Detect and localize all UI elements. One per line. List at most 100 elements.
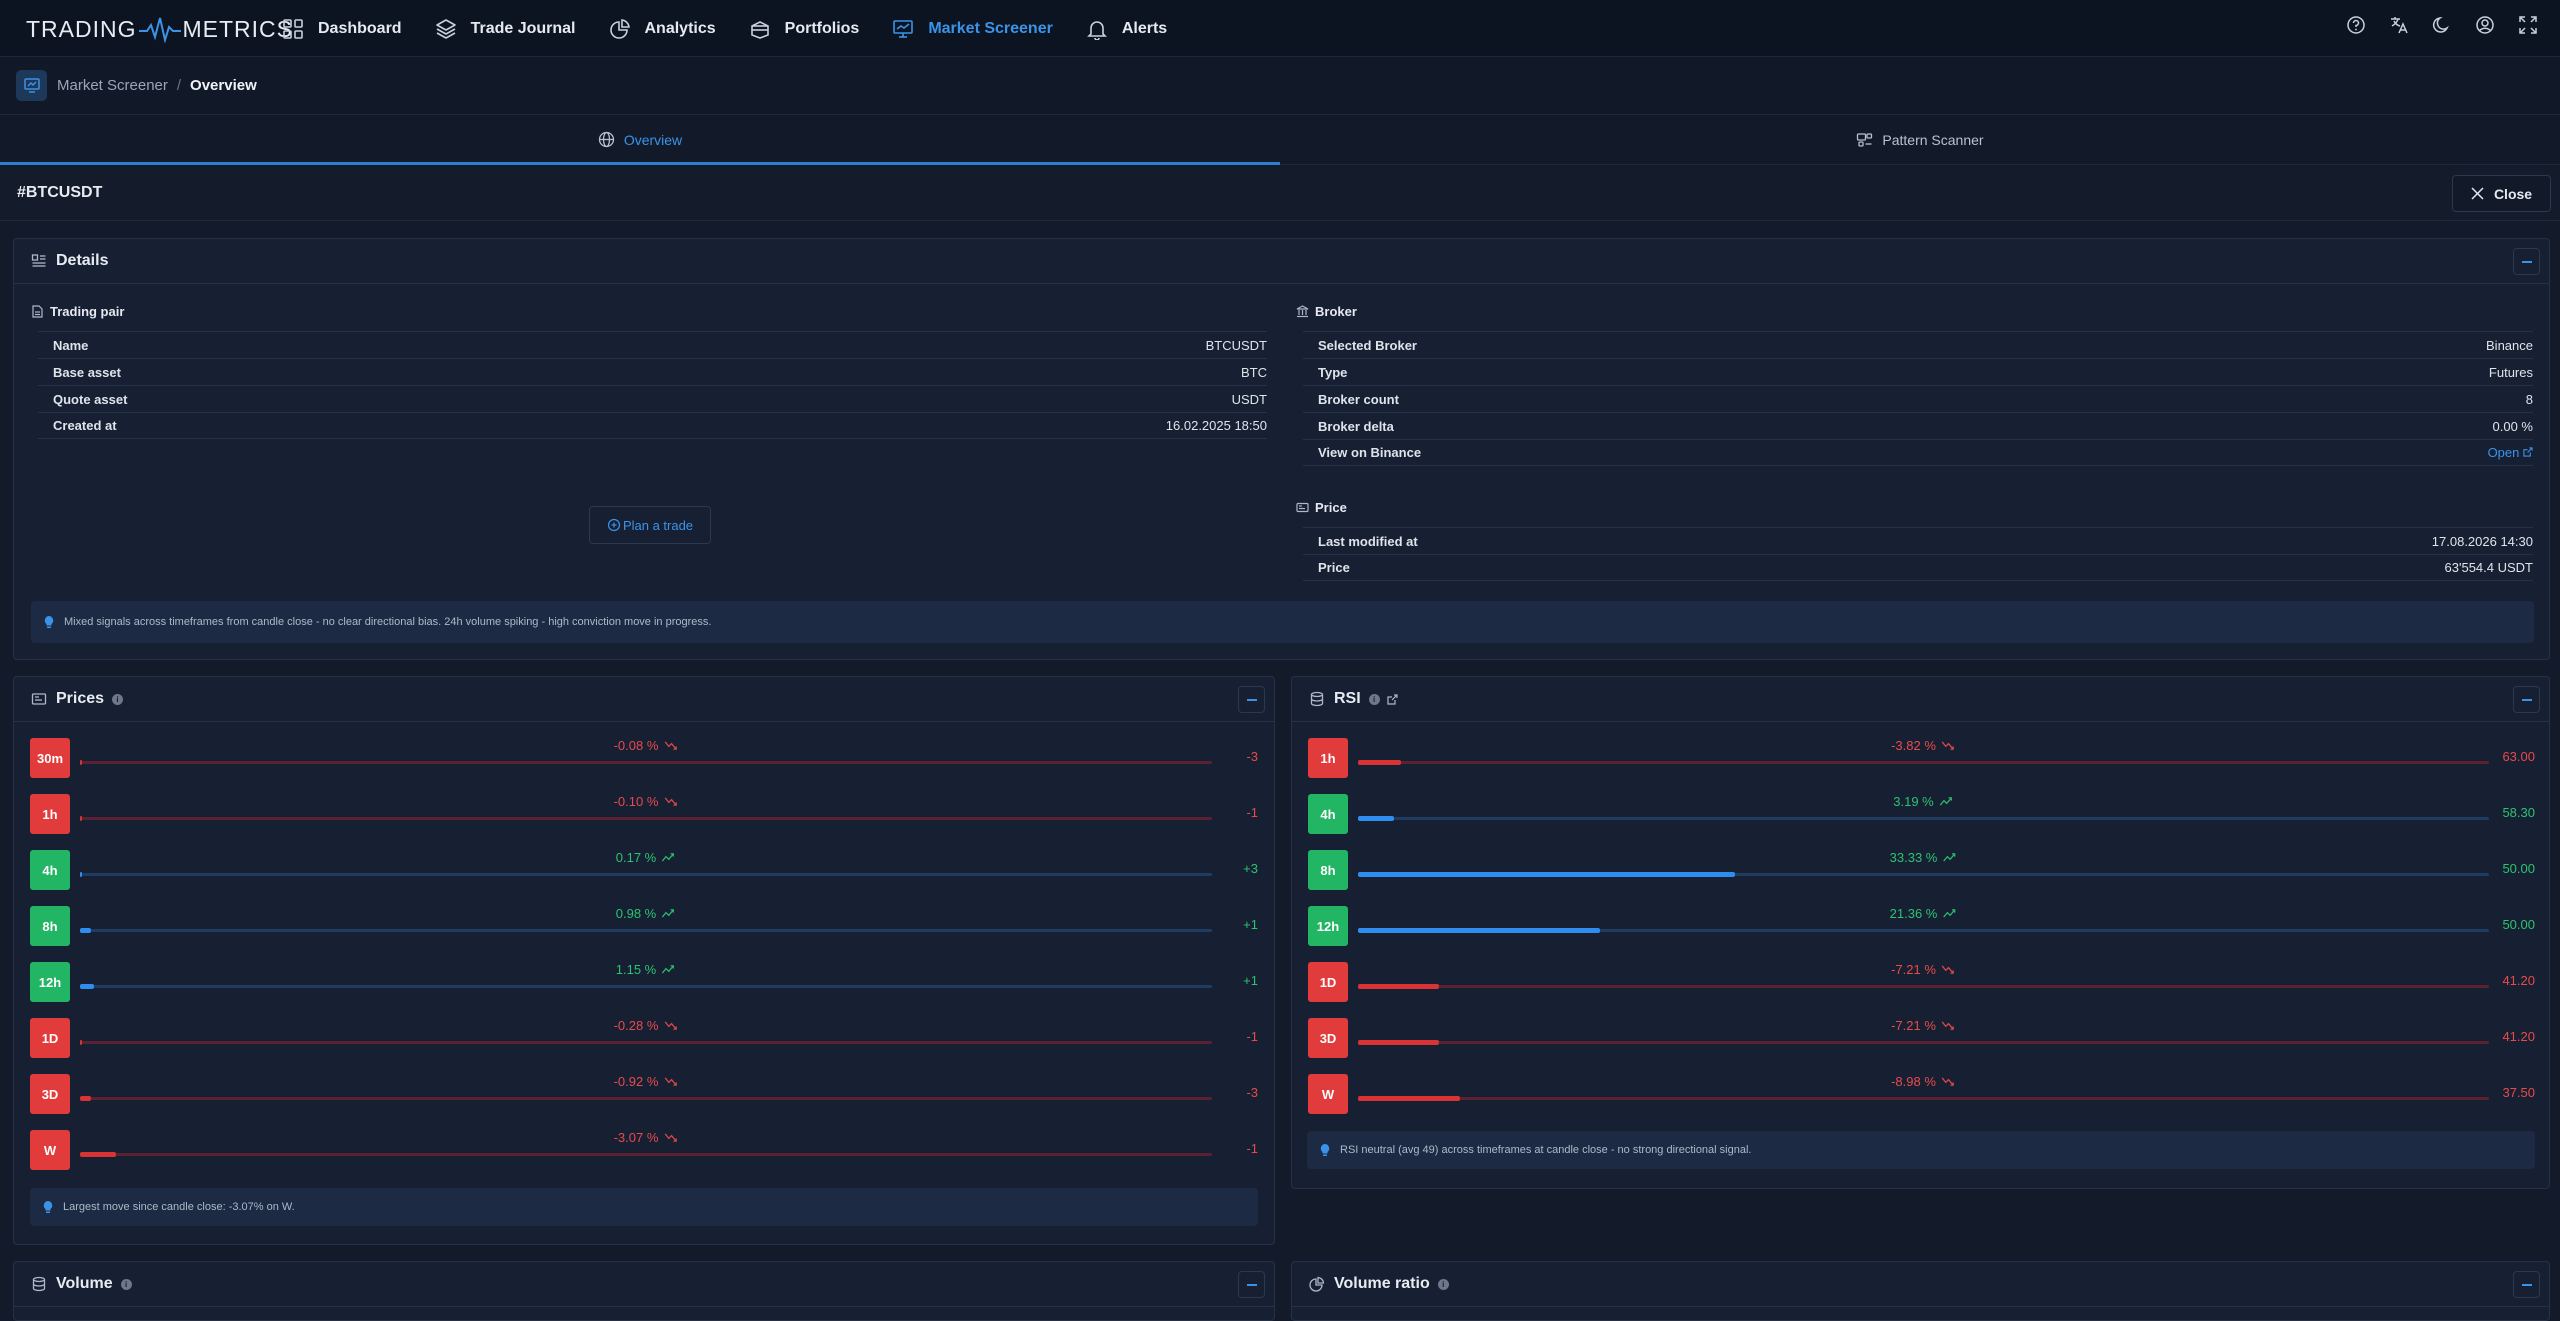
progress-track	[80, 816, 1212, 821]
info-icon[interactable]: i	[1437, 1278, 1449, 1290]
timeframe-badge[interactable]: 4h	[1308, 794, 1348, 834]
moon-icon[interactable]	[2432, 15, 2452, 35]
tab-overview[interactable]: Overview	[0, 115, 1280, 165]
details-header: Details	[14, 239, 2549, 284]
nav-item-label: Analytics	[644, 19, 716, 37]
plan-trade-button[interactable]: Plan a trade	[589, 506, 711, 544]
kv-value: BTC	[1241, 364, 1267, 380]
progress-fill	[1358, 760, 1401, 765]
kv-key: Created at	[53, 418, 117, 433]
trend-down-icon	[1941, 965, 1955, 974]
change-percent: 1.15 %	[616, 962, 676, 977]
timeframe-badge[interactable]: 1D	[30, 1018, 70, 1058]
logo-text-left: TRADING	[26, 15, 137, 42]
progress-fill	[80, 928, 92, 933]
progress-fill	[80, 760, 82, 765]
nav-item-label: Market Screener	[928, 19, 1053, 37]
open-binance-link[interactable]: Open	[2488, 445, 2533, 460]
collapse-button[interactable]	[1238, 1271, 1265, 1298]
collapse-button[interactable]	[2513, 248, 2540, 275]
trend-up-icon	[1943, 853, 1956, 862]
rsi-row-8h: 8h 33.33 % 50.00	[1308, 850, 2535, 890]
kv-value: Binance	[2486, 337, 2533, 353]
tab-label: Pattern Scanner	[1882, 131, 1984, 148]
timeframe-badge[interactable]: W	[30, 1130, 70, 1170]
breadcrumb-parent[interactable]: Market Screener	[57, 77, 168, 94]
external-link-icon	[2523, 447, 2533, 457]
prices-insight: Largest move since candle close: -3.07% …	[30, 1188, 1258, 1226]
info-icon[interactable]: i	[120, 1278, 132, 1290]
tab-pattern-scanner[interactable]: Pattern Scanner	[1280, 115, 2560, 164]
timeframe-badge[interactable]: 4h	[30, 850, 70, 890]
rsi-row-w: W -8.98 % 37.50	[1308, 1074, 2535, 1114]
progress-fill	[1358, 1040, 1440, 1045]
timeframe-badge[interactable]: 12h	[30, 962, 70, 1002]
timeframe-badge[interactable]: 30m	[30, 738, 70, 778]
close-label: Close	[2493, 185, 2533, 202]
logo-text-right: METRICS	[182, 15, 293, 42]
timeframe-badge[interactable]: 12h	[1308, 906, 1348, 946]
timeframe-badge[interactable]: 1h	[30, 794, 70, 834]
collapse-button[interactable]	[1238, 686, 1265, 713]
info-icon[interactable]: i	[112, 693, 124, 705]
symbol-header: #BTCUSDT Close	[0, 166, 2560, 221]
timeframe-badge[interactable]: 8h	[1308, 850, 1348, 890]
kv-value: USDT	[1231, 391, 1267, 407]
metric-value: -1	[1246, 1141, 1258, 1156]
change-percent: -0.28 %	[614, 1018, 679, 1033]
nav-item-label: Alerts	[1121, 19, 1168, 37]
lightbulb-icon	[43, 1201, 53, 1213]
insight-text: Mixed signals across timeframes from can…	[64, 616, 712, 628]
fullscreen-icon[interactable]	[2518, 15, 2538, 35]
progress-track	[80, 1096, 1212, 1101]
help-icon[interactable]	[2346, 15, 2366, 35]
trend-down-icon	[664, 1133, 677, 1142]
timeframe-badge[interactable]: 1h	[1308, 738, 1348, 778]
timeframe-badge[interactable]: 3D	[1308, 1018, 1348, 1058]
kv-row: Broker delta 0.00 %	[1303, 412, 2533, 439]
progress-fill	[80, 1096, 92, 1101]
kv-key: Name	[53, 337, 89, 353]
volume-title: Volume	[56, 1275, 113, 1292]
kv-key: Broker count	[1318, 391, 1399, 407]
metric-value: 41.20	[2502, 973, 2535, 988]
kv-value: BTCUSDT	[1205, 337, 1267, 353]
collapse-button[interactable]	[2513, 686, 2540, 713]
trading-pair-title: Trading pair	[31, 304, 124, 319]
external-link-icon[interactable]	[1387, 693, 1398, 705]
metric-value: -1	[1246, 1029, 1258, 1044]
nav-item-alerts[interactable]: Alerts	[1086, 0, 1167, 57]
info-icon[interactable]: i	[1368, 693, 1380, 705]
timeframe-badge[interactable]: 8h	[30, 906, 70, 946]
rsi-row-12h: 12h 21.36 % 50.00	[1308, 906, 2535, 946]
screener-tabs: Overview Pattern Scanner	[0, 115, 2560, 165]
kv-row: Type Futures	[1303, 358, 2533, 385]
translate-icon[interactable]	[2389, 15, 2409, 35]
change-percent: 21.36 %	[1890, 906, 1958, 921]
progress-track	[1358, 1096, 2489, 1101]
nav-item-trade-journal[interactable]: Trade Journal	[435, 0, 576, 57]
trend-up-icon	[662, 853, 675, 862]
nav-item-market-screener[interactable]: Market Screener	[892, 0, 1053, 57]
change-percent: -3.07 %	[614, 1130, 679, 1145]
timeframe-badge[interactable]: 1D	[1308, 962, 1348, 1002]
kv-key: Last modified at	[1318, 533, 1418, 549]
trend-down-icon	[664, 1021, 677, 1030]
metric-value: 63.00	[2502, 749, 2535, 764]
nav-item-portfolios[interactable]: Portfolios	[749, 0, 859, 57]
nav-item-dashboard[interactable]: Dashboard	[282, 0, 402, 57]
metric-value: -3	[1246, 1085, 1258, 1100]
collapse-button[interactable]	[2513, 1271, 2540, 1298]
volume-ratio-title: Volume ratio	[1334, 1275, 1430, 1292]
logo[interactable]: TRADING METRICS	[26, 15, 293, 43]
user-icon[interactable]	[2475, 15, 2495, 35]
prices-row-8h: 8h 0.98 % +1	[30, 906, 1258, 946]
timeframe-badge[interactable]: 3D	[30, 1074, 70, 1114]
trend-down-icon	[1941, 741, 1955, 750]
nav-item-analytics[interactable]: Analytics	[609, 0, 716, 57]
progress-track	[80, 760, 1212, 765]
timeframe-badge[interactable]: W	[1308, 1074, 1348, 1114]
close-button[interactable]: Close	[2452, 175, 2551, 212]
plus-circle-icon	[607, 518, 621, 532]
progress-fill	[1358, 872, 1735, 877]
